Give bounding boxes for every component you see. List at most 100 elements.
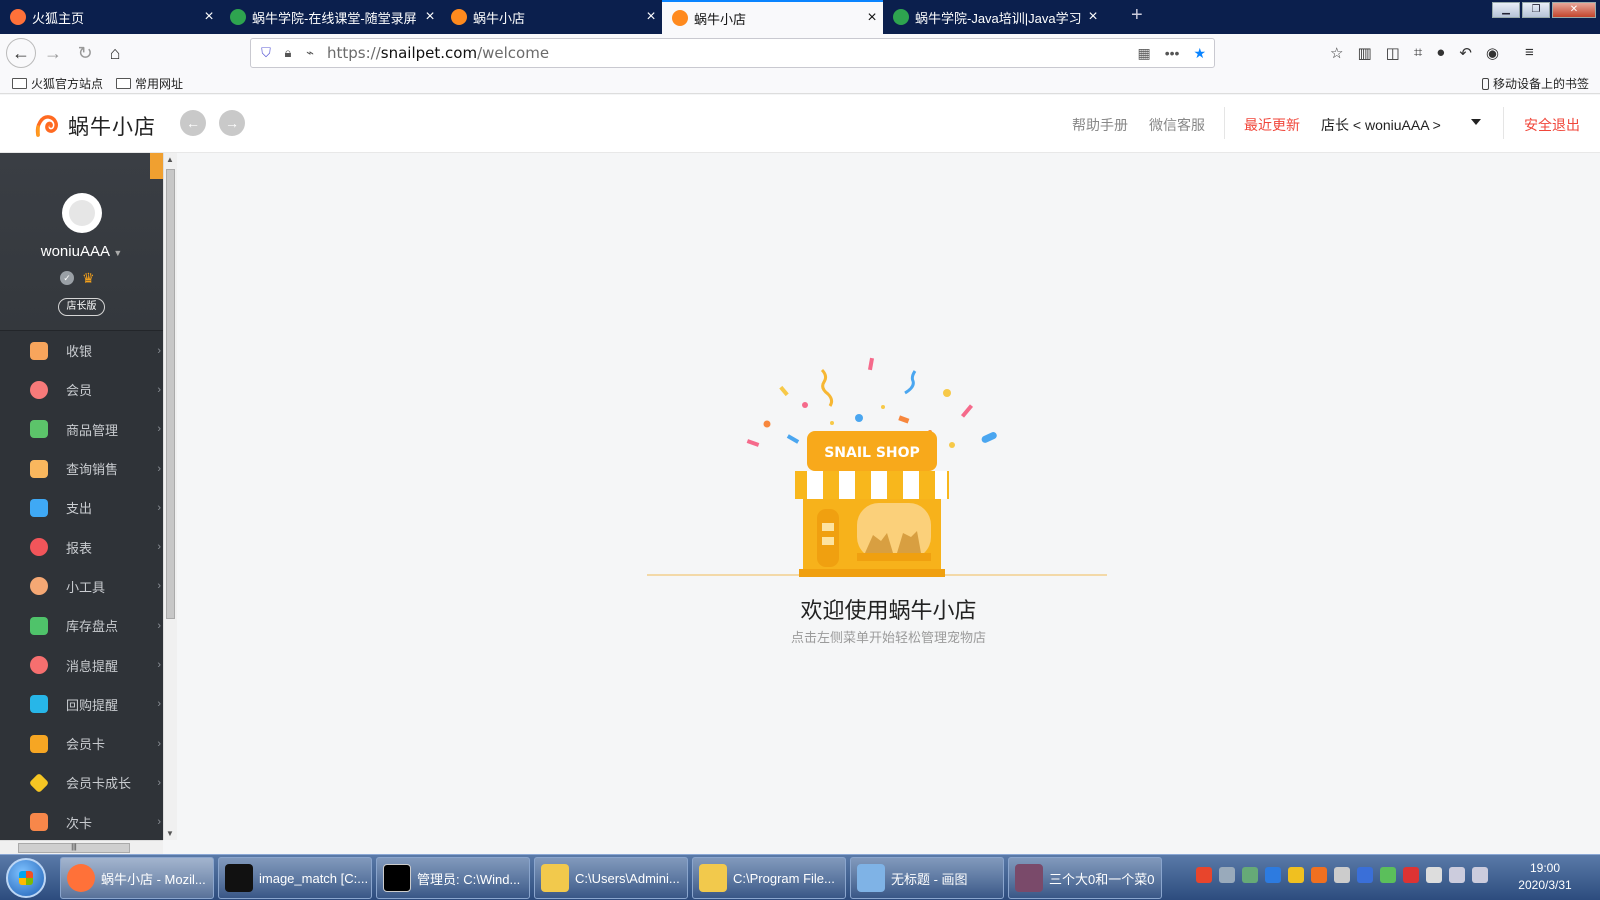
url-bar[interactable]: ⛉ 🔒︎ ⌁ https://snailpet.com/welcome ▦ ••… (250, 38, 1215, 68)
qq-icon[interactable] (1288, 867, 1304, 883)
sidebar-item-notifications[interactable]: 消息提醒 › (0, 645, 163, 684)
nav-forward-arrow-icon[interactable]: → (219, 110, 245, 136)
app-tray-icon[interactable] (1311, 867, 1327, 883)
lock-icon[interactable]: 🔒︎ (277, 45, 299, 61)
close-tab-icon[interactable]: × (640, 8, 662, 26)
sidebar-horizontal-scrollbar[interactable]: ||| (0, 840, 163, 854)
chevron-right-icon: › (157, 737, 161, 750)
close-tab-icon[interactable]: × (419, 8, 441, 26)
new-tab-button[interactable]: + (1131, 4, 1143, 27)
shield-icon[interactable] (1265, 867, 1281, 883)
mobile-bookmarks[interactable]: 移动设备上的书签 (1482, 75, 1589, 92)
browser-tab-5[interactable]: 蜗牛学院-Java培训|Java学习|V × (883, 0, 1104, 34)
sidebar-vertical-scrollbar[interactable]: ▲ ▼ (163, 153, 177, 840)
avatar[interactable] (62, 193, 102, 233)
sidebar-item-reports[interactable]: 报表 › (0, 527, 163, 566)
flag-icon[interactable] (1403, 867, 1419, 883)
recent-updates-link[interactable]: 最近更新 (1244, 115, 1300, 135)
close-tab-icon[interactable]: × (198, 8, 220, 26)
start-button[interactable] (6, 858, 46, 898)
user-menu[interactable]: 店长 < woniuAAA > (1321, 115, 1441, 135)
sidebar-item-expenses[interactable]: 支出 › (0, 488, 163, 527)
sidebar-item-member-card[interactable]: 会员卡 › (0, 724, 163, 763)
sidebar-item-punch-card[interactable]: 次卡 › (0, 803, 163, 840)
library-icon[interactable]: ▥ (1357, 44, 1371, 62)
bluetooth-icon[interactable] (1357, 867, 1373, 883)
device-icon[interactable] (1426, 867, 1442, 883)
scroll-up-icon[interactable]: ▲ (166, 155, 174, 164)
back-button[interactable]: ← (6, 38, 36, 68)
close-tab-icon[interactable]: × (1082, 8, 1104, 26)
bookmark-firefox-site[interactable]: 火狐官方站点 (12, 75, 103, 92)
home-button[interactable]: ⌂ (100, 38, 130, 68)
logout-link[interactable]: 安全退出 (1524, 115, 1580, 135)
reload-button[interactable]: ↻ (70, 38, 100, 68)
url-text[interactable]: https://snailpet.com/welcome (327, 44, 549, 62)
tab-title: 蜗牛学院-在线课堂-随堂录屏 (252, 10, 417, 26)
sidebar-item-label: 会员卡 (66, 737, 106, 753)
chevron-down-icon[interactable] (1471, 119, 1481, 125)
sidebar-item-members[interactable]: 会员 › (0, 370, 163, 409)
reading-list-icon[interactable]: ☆ (1330, 44, 1343, 62)
browser-tab-4-active[interactable]: 蜗牛小店 × (662, 0, 883, 34)
scroll-down-icon[interactable]: ▼ (166, 829, 174, 838)
taskbar-item-explorer-program-files[interactable]: C:\Program File... (692, 857, 846, 899)
sidebar-username[interactable]: woniuAAA ▼ (0, 243, 163, 260)
taskbar-item-chat[interactable]: 三个大0和一个菜0 (1008, 857, 1162, 899)
tools-tray-icon[interactable] (1242, 867, 1258, 883)
sidebar-item-products[interactable]: 商品管理 › (0, 410, 163, 449)
menu-icon[interactable]: ≡ (1525, 44, 1534, 62)
bookmark-common-sites[interactable]: 常用网址 (116, 75, 183, 92)
sidebar-item-repurchase[interactable]: 回购提醒 › (0, 685, 163, 724)
signal-icon[interactable] (1449, 867, 1465, 883)
chat-icon[interactable]: ● (1436, 44, 1445, 62)
bookmark-star-icon[interactable]: ★ (1193, 45, 1206, 62)
bell-icon (30, 656, 48, 675)
scrollbar-thumb[interactable]: ||| (18, 843, 130, 853)
taskbar-item-pycharm[interactable]: image_match [C:... (218, 857, 372, 899)
snail-shop-icon (672, 10, 688, 26)
cashier-icon (30, 341, 48, 360)
qr-code-icon[interactable]: ▦ (1137, 45, 1150, 62)
taskbar-item-paint[interactable]: 无标题 - 画图 (850, 857, 1004, 899)
nav-back-arrow-icon[interactable]: ← (180, 110, 206, 136)
folder-icon (116, 78, 131, 89)
close-window-button[interactable]: ✕ (1552, 2, 1596, 18)
permissions-icon[interactable]: ⌁ (299, 45, 321, 61)
screenshot-icon[interactable]: ⌗ (1414, 44, 1422, 62)
sidebar-item-cashier[interactable]: 收银 › (0, 331, 163, 370)
undo-icon[interactable]: ↶ (1459, 44, 1472, 62)
sidebar-icon[interactable]: ◫ (1386, 44, 1400, 62)
verified-badge-icon: ✓ (60, 271, 74, 285)
sidebar-item-card-growth[interactable]: 会员卡成长 › (0, 763, 163, 802)
help-manual-link[interactable]: 帮助手册 (1072, 115, 1128, 135)
forward-button[interactable]: → (38, 38, 68, 68)
app-logo[interactable]: 蜗牛小店 (34, 111, 156, 141)
app-header: 蜗牛小店 ← → 帮助手册 微信客服 最近更新 店长 < woniuAAA > … (0, 95, 1600, 153)
taskbar-item-label: C:\Program File... (733, 870, 835, 886)
taskbar-item-cmd[interactable]: 管理员: C:\Wind... (376, 857, 530, 899)
security-check-icon[interactable] (1380, 867, 1396, 883)
scrollbar-thumb[interactable] (166, 169, 175, 619)
taskbar-item-explorer-users[interactable]: C:\Users\Admini... (534, 857, 688, 899)
minimize-button[interactable]: ▁ (1492, 2, 1520, 18)
sidebar-item-inventory[interactable]: 库存盘点 › (0, 606, 163, 645)
browser-tab-2[interactable]: 蜗牛学院-在线课堂-随堂录屏 × (220, 0, 441, 34)
corner-flag-icon[interactable] (150, 153, 163, 179)
sogou-input-icon[interactable] (1196, 867, 1212, 883)
sidebar-item-tools[interactable]: 小工具 › (0, 567, 163, 606)
tracking-shield-icon[interactable]: ⛉ (255, 45, 277, 61)
restore-button[interactable]: ❐ (1522, 2, 1550, 18)
account-icon[interactable]: ◉ (1486, 44, 1499, 62)
taskbar-clock[interactable]: 19:00 2020/3/31 (1505, 860, 1585, 894)
browser-tab-1[interactable]: 火狐主页 × (0, 0, 220, 34)
close-tab-icon[interactable]: × (861, 9, 883, 27)
sidebar-item-sales-query[interactable]: 查询销售 › (0, 449, 163, 488)
taskbar-item-firefox[interactable]: 蜗牛小店 - Mozil... (60, 857, 214, 899)
volume-icon[interactable] (1472, 867, 1488, 883)
page-actions-icon[interactable]: ••• (1165, 45, 1180, 62)
tray-expand-icon[interactable] (1219, 867, 1235, 883)
network-tray-icon[interactable] (1334, 867, 1350, 883)
browser-tab-3[interactable]: 蜗牛小店 × (441, 0, 662, 34)
wechat-service-link[interactable]: 微信客服 (1149, 115, 1205, 135)
